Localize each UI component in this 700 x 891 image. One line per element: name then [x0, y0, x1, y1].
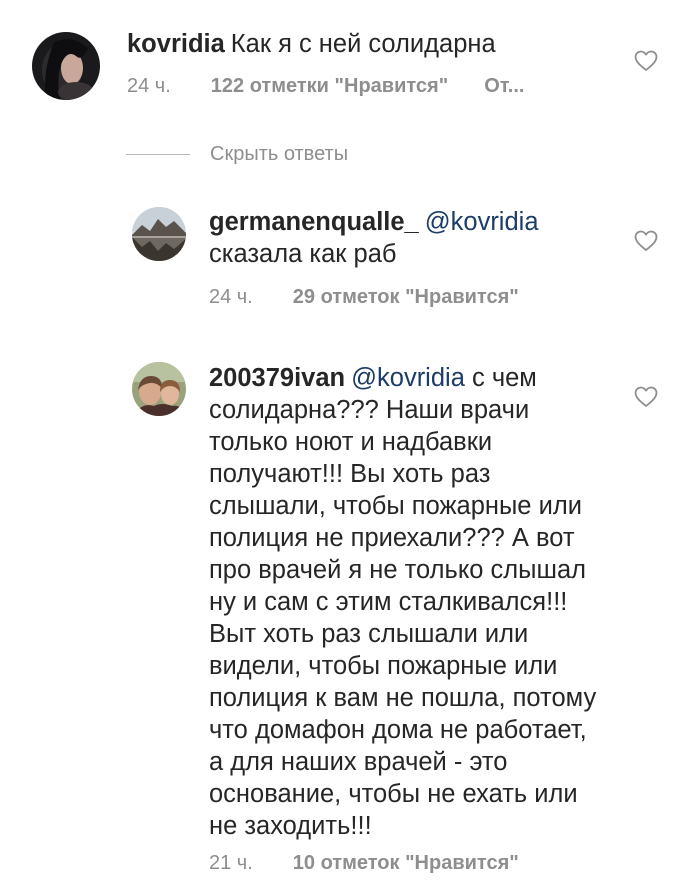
likes-count[interactable]: 29 отметок "Нравится": [293, 286, 519, 309]
mention-link[interactable]: @kovridia: [351, 364, 465, 392]
heart-outline-icon[interactable]: [634, 386, 658, 408]
username-link[interactable]: germanenqualle_: [209, 208, 419, 236]
reply-button[interactable]: От...: [484, 75, 524, 98]
username-link[interactable]: 200379ivan: [209, 364, 345, 392]
heart-outline-icon[interactable]: [634, 230, 658, 252]
heart-outline-icon[interactable]: [634, 50, 658, 72]
username-link[interactable]: kovridia: [127, 30, 225, 58]
reply-meta: 24 ч. 29 отметок "Нравится": [209, 286, 519, 309]
likes-count[interactable]: 122 отметки "Нравится": [211, 75, 448, 98]
timestamp: 21 ч.: [209, 852, 253, 874]
reply-body: сказала как раб: [209, 240, 397, 268]
avatar[interactable]: [132, 362, 186, 416]
hide-replies-button[interactable]: Скрыть ответы: [126, 140, 348, 168]
divider-line: [126, 153, 190, 155]
avatar[interactable]: [32, 32, 100, 100]
comment-meta: 24 ч. 122 отметки "Нравится" От...: [127, 75, 524, 98]
timestamp: 24 ч.: [127, 75, 171, 97]
timestamp: 24 ч.: [209, 286, 253, 308]
reply-text: 200379ivan @kovridia с чем солидарна??? Н…: [209, 362, 599, 842]
reply-text: germanenqualle_ @kovridia сказала как раб: [209, 206, 589, 270]
hide-replies-label: Скрыть ответы: [210, 142, 349, 165]
mention-link[interactable]: @kovridia: [425, 208, 539, 236]
likes-count[interactable]: 10 отметок "Нравится": [293, 852, 519, 875]
reply-meta: 21 ч. 10 отметок "Нравится": [209, 852, 519, 875]
reply-body: с чем солидарна??? Наши врачи только ною…: [209, 364, 597, 840]
comment-body: Как я с ней солидарна: [230, 30, 496, 58]
comment-text: kovridia Как я с ней солидарна: [127, 28, 597, 60]
avatar[interactable]: [132, 207, 186, 261]
